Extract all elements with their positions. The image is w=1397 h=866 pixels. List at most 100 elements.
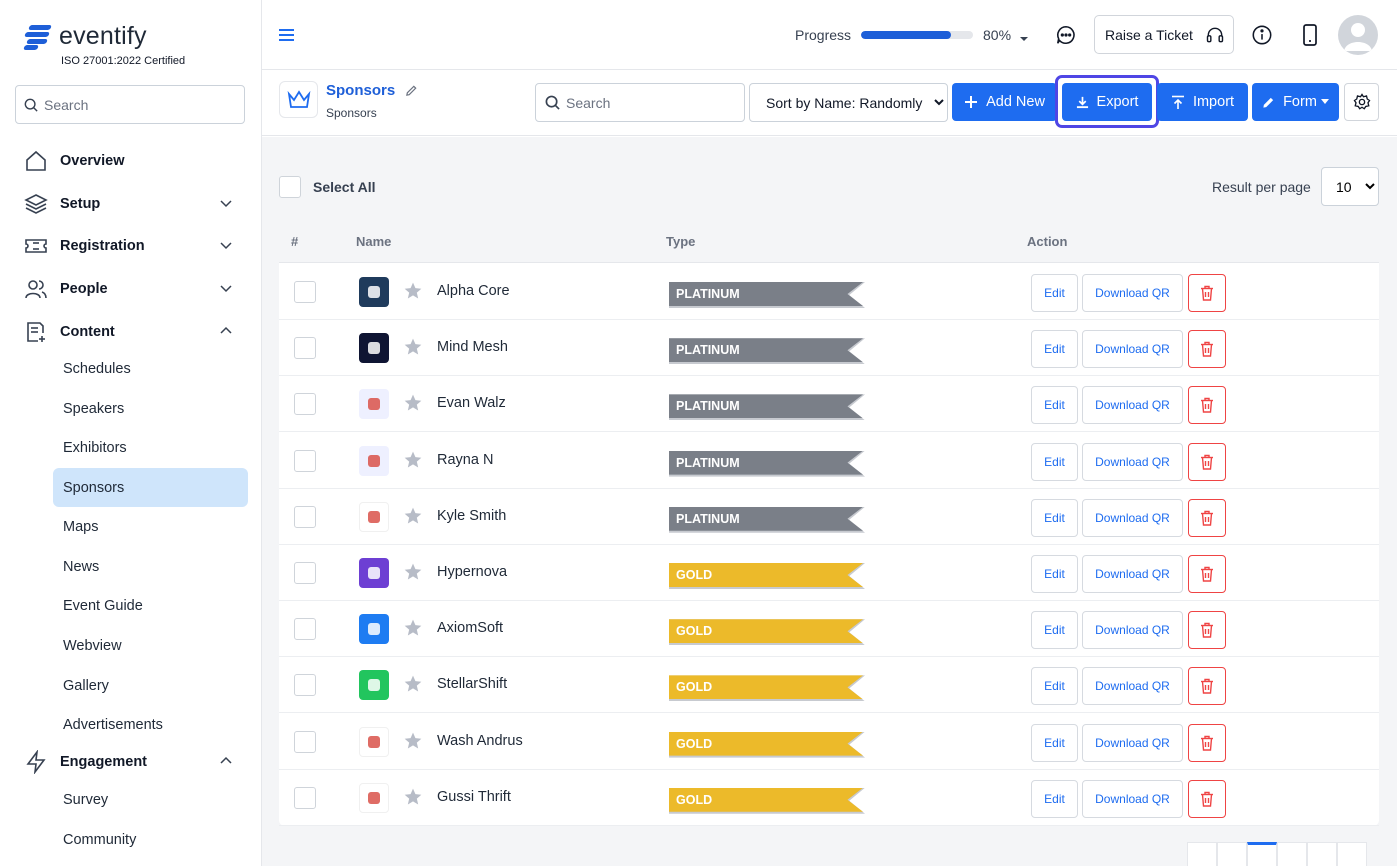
select-all-checkbox[interactable] bbox=[279, 176, 301, 198]
page-title[interactable]: Sponsors bbox=[326, 82, 395, 99]
row-checkbox[interactable] bbox=[294, 505, 316, 528]
edit-button[interactable]: Edit bbox=[1031, 779, 1078, 818]
sidebar-search[interactable] bbox=[15, 85, 245, 124]
sidebar-subitem-survey[interactable]: Survey bbox=[53, 780, 248, 819]
settings-button[interactable] bbox=[1344, 83, 1379, 121]
delete-button[interactable] bbox=[1188, 723, 1226, 762]
download-qr-button[interactable]: Download QR bbox=[1082, 386, 1183, 425]
download-qr-button[interactable]: Download QR bbox=[1082, 442, 1183, 481]
search-box[interactable] bbox=[535, 83, 745, 122]
raise-ticket-button[interactable]: Raise a Ticket bbox=[1094, 15, 1234, 54]
chat-icon[interactable] bbox=[1055, 24, 1077, 51]
page-button[interactable] bbox=[1307, 842, 1337, 866]
edit-button[interactable]: Edit bbox=[1031, 386, 1078, 425]
results-per-page-select[interactable]: 10 bbox=[1321, 167, 1379, 206]
edit-button[interactable]: Edit bbox=[1031, 555, 1078, 593]
star-icon[interactable] bbox=[403, 731, 423, 756]
page-button[interactable] bbox=[1187, 842, 1217, 866]
caret-down-icon[interactable] bbox=[1019, 30, 1029, 48]
edit-button[interactable]: Edit bbox=[1031, 498, 1078, 537]
sidebar-item-registration[interactable]: Registration bbox=[23, 231, 243, 261]
delete-button[interactable] bbox=[1188, 611, 1226, 650]
download-qr-button[interactable]: Download QR bbox=[1082, 555, 1183, 593]
delete-button[interactable] bbox=[1188, 442, 1226, 481]
sort-select[interactable]: Sort by Name: Randomly bbox=[749, 83, 948, 122]
sidebar-subitem-gallery[interactable]: Gallery bbox=[53, 666, 248, 705]
edit-button[interactable]: Edit bbox=[1031, 667, 1078, 706]
download-qr-button[interactable]: Download QR bbox=[1082, 498, 1183, 537]
download-qr-button[interactable]: Download QR bbox=[1082, 274, 1183, 312]
download-qr-button[interactable]: Download QR bbox=[1082, 723, 1183, 762]
edit-button[interactable]: Edit bbox=[1031, 330, 1078, 369]
star-icon[interactable] bbox=[403, 562, 423, 587]
star-icon[interactable] bbox=[403, 450, 423, 475]
avatar[interactable] bbox=[1338, 15, 1378, 55]
row-checkbox[interactable] bbox=[294, 674, 316, 697]
page-button[interactable] bbox=[1277, 842, 1307, 866]
search-input[interactable] bbox=[566, 94, 736, 111]
edit-button[interactable]: Edit bbox=[1031, 442, 1078, 481]
star-icon[interactable] bbox=[403, 618, 423, 643]
row-checkbox[interactable] bbox=[294, 786, 316, 809]
star-icon[interactable] bbox=[403, 281, 423, 306]
delete-button[interactable] bbox=[1188, 498, 1226, 537]
page-button[interactable] bbox=[1337, 842, 1367, 866]
sidebar-subitem-maps[interactable]: Maps bbox=[53, 507, 248, 546]
brand-logo[interactable]: eventify bbox=[23, 22, 147, 51]
star-icon[interactable] bbox=[403, 674, 423, 699]
sidebar-subitem-news[interactable]: News bbox=[53, 547, 248, 586]
sidebar-subitem-exhibitors[interactable]: Exhibitors bbox=[53, 428, 248, 467]
delete-button[interactable] bbox=[1188, 330, 1226, 369]
sidebar-subitem-sponsors[interactable]: Sponsors bbox=[53, 468, 248, 507]
row-checkbox[interactable] bbox=[294, 337, 316, 360]
edit-button[interactable]: Edit bbox=[1031, 274, 1078, 312]
import-button[interactable]: Import bbox=[1157, 83, 1248, 121]
download-qr-button[interactable]: Download QR bbox=[1082, 611, 1183, 650]
download-qr-button[interactable]: Download QR bbox=[1082, 330, 1183, 369]
download-qr-button[interactable]: Download QR bbox=[1082, 779, 1183, 818]
row-checkbox[interactable] bbox=[294, 449, 316, 472]
delete-button[interactable] bbox=[1188, 667, 1226, 706]
row-checkbox[interactable] bbox=[294, 562, 316, 584]
menu-toggle-icon[interactable] bbox=[278, 27, 296, 48]
sidebar-item-engagement[interactable]: Engagement bbox=[23, 747, 243, 777]
row-checkbox[interactable] bbox=[294, 281, 316, 303]
sidebar-item-setup[interactable]: Setup bbox=[23, 189, 243, 219]
select-all[interactable]: Select All bbox=[279, 176, 376, 198]
sidebar-item-people[interactable]: People bbox=[23, 274, 243, 304]
form-dropdown-button[interactable]: Form bbox=[1252, 83, 1339, 121]
sidebar-search-input[interactable] bbox=[44, 96, 234, 113]
sidebar-item-content[interactable]: Content bbox=[23, 317, 243, 347]
type-badge: PLATINUM bbox=[669, 394, 863, 419]
sidebar-item-overview[interactable]: Overview bbox=[23, 146, 243, 176]
sidebar-subitem-community[interactable]: Community bbox=[53, 820, 248, 859]
sidebar-subitem-event-guide[interactable]: Event Guide bbox=[53, 586, 248, 625]
star-icon[interactable] bbox=[403, 393, 423, 418]
delete-button[interactable] bbox=[1188, 386, 1226, 425]
row-checkbox[interactable] bbox=[294, 618, 316, 641]
download-qr-button[interactable]: Download QR bbox=[1082, 667, 1183, 706]
sidebar-subitem-webview[interactable]: Webview bbox=[53, 626, 248, 665]
column-header-type[interactable]: Type bbox=[666, 234, 695, 249]
row-checkbox[interactable] bbox=[294, 730, 316, 753]
row-checkbox[interactable] bbox=[294, 393, 316, 416]
delete-button[interactable] bbox=[1188, 779, 1226, 818]
mobile-icon[interactable] bbox=[1301, 23, 1319, 52]
sidebar-subitem-speakers[interactable]: Speakers bbox=[53, 389, 248, 428]
star-icon[interactable] bbox=[403, 787, 423, 812]
info-icon[interactable] bbox=[1251, 24, 1273, 51]
page-button-current[interactable] bbox=[1247, 842, 1277, 866]
sidebar-subitem-advertisements[interactable]: Advertisements bbox=[53, 705, 248, 744]
star-icon[interactable] bbox=[403, 337, 423, 362]
delete-button[interactable] bbox=[1188, 555, 1226, 593]
add-new-button[interactable]: Add New bbox=[952, 83, 1057, 121]
sidebar-subitem-schedules[interactable]: Schedules bbox=[53, 349, 248, 388]
delete-button[interactable] bbox=[1188, 274, 1226, 312]
edit-button[interactable]: Edit bbox=[1031, 723, 1078, 762]
pencil-icon[interactable] bbox=[405, 84, 418, 102]
column-header-name[interactable]: Name bbox=[356, 234, 391, 249]
edit-button[interactable]: Edit bbox=[1031, 611, 1078, 650]
star-icon[interactable] bbox=[403, 506, 423, 531]
page-button[interactable] bbox=[1217, 842, 1247, 866]
export-button[interactable]: Export bbox=[1062, 83, 1152, 121]
